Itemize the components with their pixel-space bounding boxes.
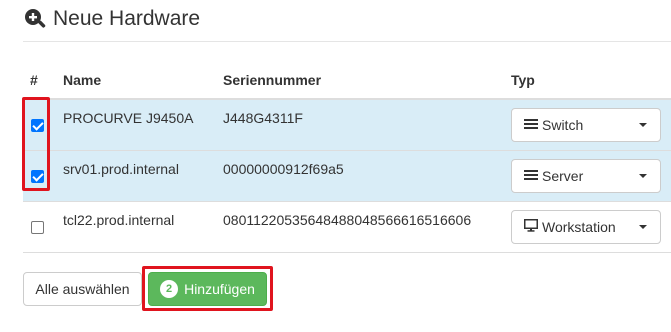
chevron-down-icon (639, 225, 647, 229)
type-dropdown[interactable]: Switch (511, 108, 661, 142)
list-icon (524, 117, 538, 133)
add-count-badge: 2 (160, 280, 179, 298)
type-dropdown-value: Server (542, 168, 584, 184)
header-divider (23, 41, 671, 42)
serial-number: 00000000912f69a5 (223, 161, 344, 177)
select-all-button[interactable]: Alle auswählen (23, 272, 142, 306)
column-header-name[interactable]: Name (63, 72, 101, 88)
column-header-type[interactable]: Typ (511, 72, 535, 88)
hardware-name: tcl22.prod.internal (63, 212, 175, 228)
chevron-down-icon (639, 174, 647, 178)
column-header-select: # (30, 72, 38, 88)
table-row[interactable]: tcl22.prod.internal 08011220535648488048… (23, 202, 671, 253)
table-row[interactable]: srv01.prod.internal 00000000912f69a5 Ser… (23, 151, 671, 202)
type-dropdown-value: Workstation (542, 219, 616, 235)
checkbox-highlight (22, 97, 50, 191)
list-icon (524, 168, 538, 184)
type-dropdown-value: Switch (542, 117, 584, 133)
serial-number: 0801122053564848804856661651660​6 (223, 212, 472, 228)
add-button[interactable]: 2 Hinzufügen (148, 272, 267, 306)
table-row[interactable]: PROCURVE J9450A J448G4311F Switch (23, 100, 671, 151)
row-checkbox-cell[interactable] (31, 202, 44, 252)
table-header: # Name Seriennummer Typ (23, 60, 671, 100)
column-header-serial[interactable]: Seriennummer (223, 72, 321, 88)
chevron-down-icon (639, 123, 647, 127)
add-button-label: Hinzufügen (184, 281, 255, 297)
monitor-icon (524, 219, 538, 235)
hardware-name: PROCURVE J9450A (63, 110, 194, 126)
serial-number: J448G4311F (223, 110, 303, 126)
page-header: Neue Hardware (23, 4, 200, 34)
row-checkbox[interactable] (31, 220, 44, 234)
type-dropdown[interactable]: Workstation (511, 210, 661, 244)
zoom-in-icon (25, 9, 46, 28)
hardware-name: srv01.prod.internal (63, 161, 179, 177)
page-title: Neue Hardware (53, 7, 201, 30)
type-dropdown[interactable]: Server (511, 159, 661, 193)
